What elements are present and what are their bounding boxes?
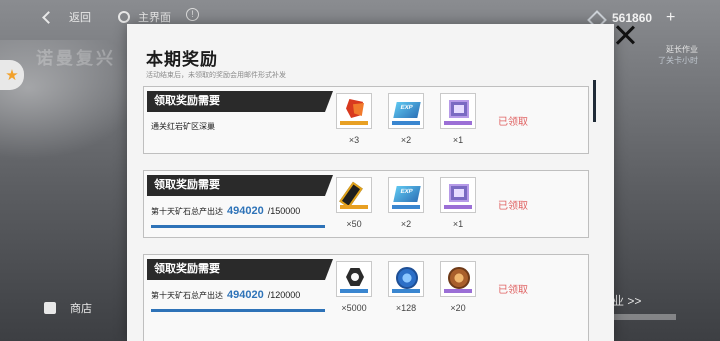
home-label: 主界面 [138, 12, 171, 24]
requirement-text: 第十天矿石总产出达 [151, 291, 223, 300]
gold-tag-icon [336, 177, 372, 213]
close-icon[interactable] [612, 22, 638, 48]
brown-coin-icon [440, 261, 476, 297]
reward-item[interactable]: ×1 [440, 177, 476, 229]
reward-item[interactable]: ×1 [440, 93, 476, 145]
reward-item[interactable]: ×128 [388, 261, 424, 313]
panel-subtitle: 活动结束后，未领取的奖励会用邮件形式补发 [146, 72, 286, 79]
item-count: ×1 [452, 219, 464, 229]
shop-label: 商店 [70, 303, 92, 315]
requirement-text: 第十天矿石总产出达 [151, 207, 223, 216]
back-label: 返回 [69, 12, 91, 24]
reward-item[interactable]: ×2 [388, 93, 424, 145]
extend-operation-sub: 了关卡小时 [658, 56, 698, 65]
extend-operation-badge[interactable]: 延长作业 了关卡小时 [642, 44, 698, 66]
item-count: ×2 [400, 135, 412, 145]
shop-button[interactable]: 商店 [44, 300, 92, 316]
progress-max: /150000 [267, 206, 301, 216]
progress-value: 494020 [227, 289, 264, 301]
reward-card: 领取奖励需要 通关红岩矿区深巢 ×3 ×2 [143, 86, 589, 154]
back-button[interactable]: 返回 [42, 9, 91, 25]
progress-value: 494020 [227, 205, 264, 217]
rewards-panel: 本期奖励 活动结束后，未领取的奖励会用邮件形式补发 领取奖励需要 通关红岩矿区深… [127, 24, 614, 341]
reward-item[interactable]: ×3 [336, 93, 372, 145]
claimed-status: 已领取 [498, 201, 528, 212]
reward-items: ×50 ×2 ×1 [336, 177, 476, 229]
reward-item[interactable]: ×5000 [336, 261, 372, 313]
reward-item[interactable]: ×20 [440, 261, 476, 313]
cube-module-icon [440, 93, 476, 129]
progress-bar [151, 225, 325, 228]
card-requirement: 第十天矿石总产出达 494020/150000 [151, 205, 300, 217]
card-requirement: 第十天矿石总产出达 494020/120000 [151, 289, 300, 301]
item-count: ×5000 [341, 303, 367, 313]
item-count: ×2 [400, 219, 412, 229]
chevron-left-icon [42, 10, 55, 24]
reward-items: ×3 ×2 ×1 [336, 93, 476, 145]
reward-item[interactable]: ×50 [336, 177, 372, 229]
home-icon [118, 11, 130, 23]
extend-operation-label: 延长作业 [666, 45, 698, 54]
item-count: ×3 [348, 135, 360, 145]
home-button[interactable]: 主界面 [118, 9, 171, 25]
card-header: 领取奖励需要 [147, 259, 333, 280]
requirement-text: 通关红岩矿区深巢 [151, 122, 215, 131]
star-icon: ★ [5, 67, 19, 84]
exp-chip-icon [388, 177, 424, 213]
hex-nut-icon [336, 261, 372, 297]
progress-bar [151, 309, 325, 312]
reward-items: ×5000 ×128 ×20 [336, 261, 476, 313]
add-currency-button[interactable]: + [666, 9, 675, 27]
card-header: 领取奖励需要 [147, 91, 333, 112]
item-count: ×20 [450, 303, 466, 313]
item-count: ×50 [346, 219, 362, 229]
red-ore-icon [336, 93, 372, 129]
event-title: 诺曼复兴 [36, 49, 116, 68]
item-count: ×128 [395, 303, 417, 313]
claimed-status: 已领取 [498, 285, 528, 296]
scrollbar[interactable] [593, 80, 596, 122]
reward-item[interactable]: ×2 [388, 177, 424, 229]
exp-chip-icon [388, 93, 424, 129]
reward-card: 领取奖励需要 第十天矿石总产出达 494020/150000 ×50 ×2 [143, 170, 589, 238]
progress-max: /120000 [267, 290, 301, 300]
shop-bag-icon [44, 302, 56, 314]
panel-title: 本期奖励 [146, 50, 218, 69]
claimed-status: 已领取 [498, 117, 528, 128]
reward-card: 领取奖励需要 第十天矿石总产出达 494020/120000 ×5000 ×12… [143, 254, 589, 341]
item-count: ×1 [452, 135, 464, 145]
currency-icon [588, 11, 602, 25]
info-icon[interactable]: ! [186, 8, 199, 21]
cube-module-icon [440, 177, 476, 213]
blue-coin-icon [388, 261, 424, 297]
card-requirement: 通关红岩矿区深巢 [151, 121, 215, 132]
card-header: 领取奖励需要 [147, 175, 333, 196]
